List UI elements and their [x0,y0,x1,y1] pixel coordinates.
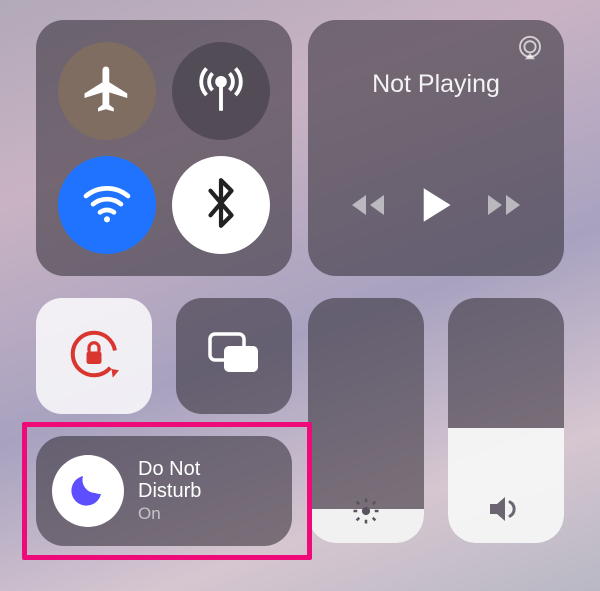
now-playing-panel[interactable]: Not Playing [308,20,564,276]
airplane-icon [80,62,134,121]
next-track-button[interactable] [479,182,529,232]
dnd-label-2: Disturb [138,480,201,502]
dnd-label-1: Do Not [138,458,200,480]
airplay-icon [515,33,545,68]
previous-track-button[interactable] [343,182,393,232]
volume-slider[interactable] [448,298,564,543]
rewind-icon [348,191,388,224]
bluetooth-icon [199,175,243,236]
screen-mirroring-button[interactable] [176,298,292,414]
dnd-status: On [138,504,201,524]
brightness-slider[interactable] [308,298,424,543]
play-icon [419,186,453,229]
volume-icon [486,492,526,531]
play-button[interactable] [411,182,461,232]
do-not-disturb-toggle[interactable]: Do NotDisturb On [36,436,292,546]
forward-icon [484,191,524,224]
cellular-data-toggle[interactable] [172,42,270,140]
rotation-lock-toggle[interactable] [36,298,152,414]
wifi-toggle[interactable] [58,156,156,254]
brightness-icon [351,496,381,531]
dnd-text: Do NotDisturb On [138,458,201,524]
screen-mirroring-icon [204,328,264,385]
connectivity-panel [36,20,292,276]
now-playing-title: Not Playing [308,70,564,99]
antenna-icon [192,60,250,123]
dnd-icon-circle [52,455,124,527]
airplane-mode-toggle[interactable] [58,42,156,140]
rotation-lock-icon [64,324,124,389]
bluetooth-toggle[interactable] [172,156,270,254]
wifi-icon [79,175,135,236]
moon-icon [68,469,108,514]
airplay-button[interactable] [510,30,550,70]
